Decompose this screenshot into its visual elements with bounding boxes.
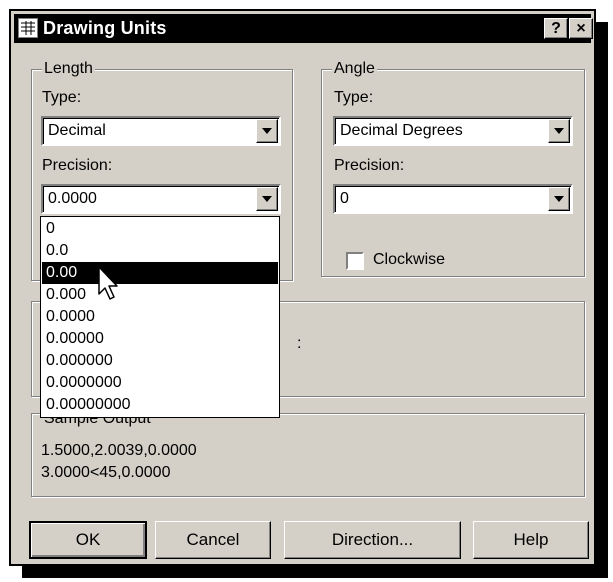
length-precision-dropdown-button[interactable] bbox=[256, 187, 278, 211]
angle-type-select[interactable]: Decimal Degrees bbox=[333, 116, 573, 146]
clockwise-label[interactable]: Clockwise bbox=[373, 251, 445, 269]
ok-button[interactable]: OK bbox=[29, 521, 147, 559]
length-type-select[interactable]: Decimal bbox=[41, 116, 281, 146]
precision-option[interactable]: 0.00000000 bbox=[42, 394, 278, 416]
clockwise-checkbox[interactable] bbox=[346, 252, 364, 270]
length-precision-select[interactable]: 0.0000 bbox=[41, 184, 281, 214]
angle-type-dropdown-button[interactable] bbox=[548, 119, 570, 143]
drawing-units-icon bbox=[18, 18, 38, 38]
length-group-label: Length bbox=[42, 60, 95, 78]
length-precision-value: 0.0000 bbox=[48, 190, 97, 207]
mouse-pointer-icon bbox=[98, 266, 118, 300]
insertion-scale-fragment: : bbox=[297, 335, 302, 352]
angle-group-label: Angle bbox=[332, 60, 377, 78]
direction-button[interactable]: Direction... bbox=[284, 521, 461, 559]
precision-option[interactable]: 0.0000 bbox=[42, 306, 278, 328]
precision-option[interactable]: 0.00000 bbox=[42, 328, 278, 350]
angle-precision-label: Precision: bbox=[334, 157, 405, 174]
precision-option[interactable]: 0 bbox=[42, 218, 278, 240]
angle-type-value: Decimal Degrees bbox=[340, 122, 463, 139]
length-type-dropdown-button[interactable] bbox=[256, 119, 278, 143]
chevron-down-icon bbox=[554, 196, 564, 202]
title-bar[interactable]: Drawing Units ? × bbox=[14, 14, 593, 43]
precision-option[interactable]: 0.000 bbox=[42, 284, 278, 306]
precision-option[interactable]: 0.0000000 bbox=[42, 372, 278, 394]
length-type-label: Type: bbox=[42, 89, 82, 106]
length-precision-dropdown-list: 0 0.0 0.00 0.000 0.0000 0.00000 0.000000… bbox=[40, 216, 280, 418]
help-title-button[interactable]: ? bbox=[544, 18, 568, 39]
chevron-down-icon bbox=[554, 128, 564, 134]
chevron-down-icon bbox=[262, 128, 272, 134]
sample-output-line-1: 1.5000,2.0039,0.0000 bbox=[41, 442, 197, 459]
angle-type-label: Type: bbox=[334, 89, 374, 106]
length-type-value: Decimal bbox=[48, 122, 106, 139]
angle-precision-value: 0 bbox=[340, 190, 349, 207]
chevron-down-icon bbox=[262, 196, 272, 202]
precision-option[interactable]: 0.0 bbox=[42, 240, 278, 262]
help-button[interactable]: Help bbox=[473, 521, 589, 559]
angle-precision-dropdown-button[interactable] bbox=[548, 187, 570, 211]
close-button[interactable]: × bbox=[569, 18, 593, 39]
window-title: Drawing Units bbox=[43, 18, 167, 38]
cancel-button[interactable]: Cancel bbox=[155, 521, 271, 559]
precision-option-highlighted[interactable]: 0.00 bbox=[42, 262, 278, 284]
length-precision-label: Precision: bbox=[42, 157, 113, 174]
sample-output-line-2: 3.0000<45,0.0000 bbox=[41, 464, 171, 481]
precision-option[interactable]: 0.000000 bbox=[42, 350, 278, 372]
angle-precision-select[interactable]: 0 bbox=[333, 184, 573, 214]
